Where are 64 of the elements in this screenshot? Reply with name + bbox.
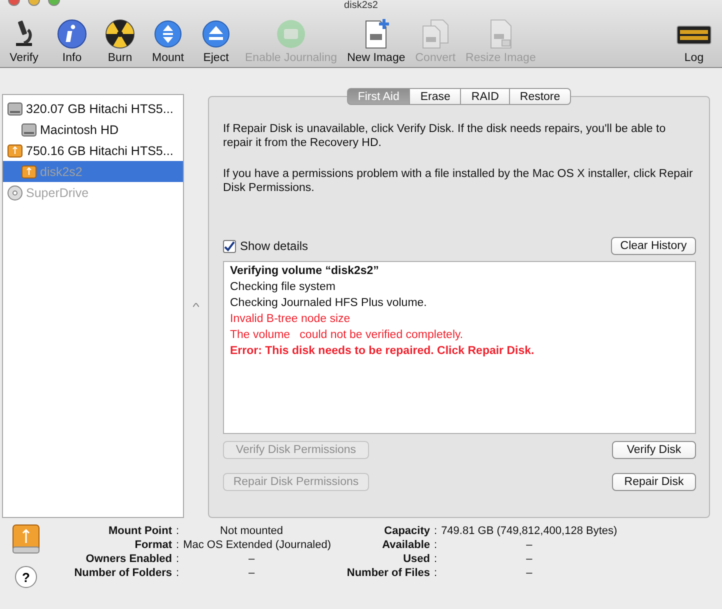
instructions-text: If Repair Disk is unavailable, click Verify Disk. If the disk needs repairs, you'll be able to repair it from the Recovery HD. bbox=[223, 122, 667, 150]
tab[interactable]: Erase bbox=[409, 88, 462, 105]
info-icon bbox=[56, 18, 88, 50]
hard-drive-icon bbox=[21, 122, 37, 138]
info-value: – bbox=[248, 566, 256, 580]
tab[interactable]: RAID bbox=[460, 88, 510, 105]
instructions-text: If you have a permissions problem with a file installed by the Mac OS X installer, click Repair Disk Permissions. bbox=[223, 167, 694, 195]
log-line: Checking Journaled HFS Plus volume. bbox=[230, 296, 428, 311]
disc-icon bbox=[7, 184, 23, 200]
info-label: Number of Files bbox=[346, 566, 430, 580]
tab[interactable]: Restore bbox=[508, 88, 572, 105]
info-label: Mount Point bbox=[107, 524, 172, 538]
checkbox-label: Show details bbox=[240, 239, 308, 253]
toolbar-button[interactable]: Info bbox=[50, 18, 94, 64]
info-label: Format bbox=[134, 538, 172, 552]
info-value: Not mounted bbox=[220, 524, 284, 538]
info-separator: : bbox=[176, 552, 180, 566]
clear-history-button[interactable]: Clear History bbox=[611, 237, 696, 255]
drive-icon bbox=[275, 18, 308, 50]
info-label: Owners Enabled bbox=[84, 552, 172, 566]
info-value: – bbox=[526, 552, 534, 566]
help-button[interactable]: ? bbox=[15, 566, 37, 588]
info-separator: : bbox=[434, 552, 438, 566]
sidebar-item[interactable]: 750.16 GB Hitachi HTS5... bbox=[3, 140, 183, 161]
info-separator: : bbox=[434, 538, 438, 552]
log-line: Checking file system bbox=[230, 280, 336, 295]
info-label: Available bbox=[381, 538, 430, 552]
splitter-handle-icon[interactable] bbox=[193, 303, 199, 307]
info-separator: : bbox=[434, 524, 438, 538]
toolbar-button[interactable]: Verify bbox=[2, 18, 46, 64]
up-down-arrows-icon bbox=[152, 18, 184, 50]
info-value: 749.81 GB (749,812,400,128 Bytes) bbox=[441, 524, 618, 538]
hard-drive-icon bbox=[7, 100, 23, 116]
window-title: disk2s2 bbox=[344, 1, 378, 11]
log-line: Invalid B-tree node size bbox=[230, 312, 352, 327]
info-value: – bbox=[248, 552, 256, 566]
action-button[interactable]: Repair Disk bbox=[612, 473, 696, 491]
log-line: Error: This disk needs to be repaired. Click Repair Disk. bbox=[230, 344, 536, 359]
toolbar-button[interactable]: Burn bbox=[98, 18, 142, 64]
toolbar-button[interactable]: New Image bbox=[344, 18, 408, 64]
eject-icon bbox=[200, 18, 232, 50]
usb-drive-icon bbox=[7, 142, 23, 158]
info-separator: : bbox=[176, 566, 180, 580]
toolbar-button[interactable]: Eject bbox=[194, 18, 238, 64]
toolbar-button[interactable]: Mount bbox=[146, 18, 190, 64]
sidebar-item[interactable]: 320.07 GB Hitachi HTS5... bbox=[3, 98, 183, 119]
info-label: Used bbox=[402, 552, 430, 566]
info-separator: : bbox=[176, 538, 180, 552]
checkbox[interactable] bbox=[223, 240, 236, 252]
info-label: Number of Folders bbox=[73, 566, 172, 580]
action-button[interactable]: Verify Disk bbox=[612, 441, 696, 459]
log-line: Verifying volume “disk2s2” bbox=[230, 264, 380, 279]
radiation-icon bbox=[104, 18, 136, 50]
log-line: The volume could not be verified completely. bbox=[230, 328, 464, 343]
log-button[interactable]: Log bbox=[672, 20, 716, 64]
info-separator: : bbox=[434, 566, 438, 580]
info-value: – bbox=[526, 538, 534, 552]
info-value: Mac OS Extended (Journaled) bbox=[183, 538, 332, 552]
usb-drive-icon bbox=[21, 164, 37, 180]
info-separator: : bbox=[176, 524, 180, 538]
sidebar-item[interactable]: Macintosh HD bbox=[3, 119, 183, 140]
info-value: – bbox=[526, 566, 534, 580]
info-label: Capacity bbox=[383, 524, 430, 538]
usb-drive-icon bbox=[12, 524, 40, 554]
